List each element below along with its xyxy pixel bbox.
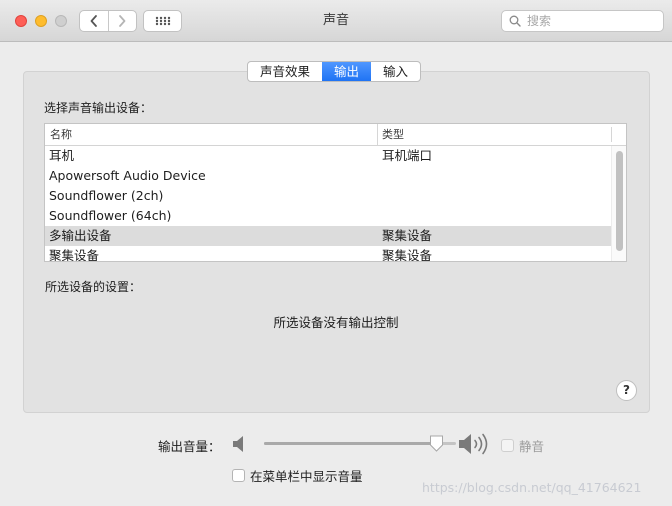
search-icon	[509, 15, 521, 27]
chevron-right-icon	[119, 15, 126, 27]
table-row[interactable]: 耳机 耳机端口	[45, 146, 611, 166]
device-type: 聚集设备	[382, 248, 433, 262]
minimize-window-button[interactable]	[35, 15, 47, 27]
search-input[interactable]	[525, 13, 659, 29]
device-name: 耳机	[49, 148, 75, 163]
show-volume-in-menubar-control[interactable]: 在菜单栏中显示音量	[232, 466, 363, 485]
device-name: Soundflower (2ch)	[49, 188, 164, 203]
table-row-selected[interactable]: 多输出设备 聚集设备	[45, 226, 611, 246]
tab-output[interactable]: 输出	[322, 62, 372, 81]
title-bar: 声音	[0, 0, 672, 42]
device-name: 聚集设备	[49, 248, 100, 262]
select-output-device-label: 选择声音输出设备：	[44, 101, 153, 115]
show-in-menubar-label: 在菜单栏中显示音量	[250, 469, 363, 484]
column-header-name[interactable]: 名称	[50, 124, 72, 145]
table-row[interactable]: Apowersoft Audio Device	[45, 166, 611, 186]
back-button[interactable]	[80, 11, 108, 31]
zoom-window-button[interactable]	[55, 15, 67, 27]
watermark-text: https://blog.csdn.net/qq_41764621	[422, 480, 642, 495]
device-name: Soundflower (64ch)	[49, 208, 172, 223]
help-button[interactable]: ?	[616, 380, 637, 401]
table-row[interactable]: 聚集设备 聚集设备	[45, 246, 611, 262]
device-settings-label: 所选设备的设置：	[45, 280, 142, 294]
device-type: 聚集设备	[382, 228, 433, 243]
search-field[interactable]	[501, 10, 664, 32]
show-all-button[interactable]	[143, 10, 182, 32]
show-in-menubar-checkbox[interactable]	[232, 469, 245, 482]
close-window-button[interactable]	[15, 15, 27, 27]
mute-label: 静音	[519, 439, 545, 454]
table-row[interactable]: Soundflower (64ch)	[45, 206, 611, 226]
mute-control[interactable]: 静音	[501, 436, 544, 455]
column-header-type[interactable]: 类型	[377, 124, 404, 145]
device-name: Apowersoft Audio Device	[49, 168, 206, 183]
grid-dots-icon	[155, 16, 170, 26]
device-name: 多输出设备	[49, 228, 112, 243]
device-rows: 耳机 耳机端口 Apowersoft Audio Device Soundflo…	[45, 146, 611, 262]
navigation-buttons	[79, 10, 137, 32]
volume-slider-fill	[264, 442, 437, 445]
tab-input[interactable]: 输入	[371, 62, 420, 81]
output-device-table: 名称 类型 耳机 耳机端口 Apowersoft Audio Device So…	[44, 123, 627, 262]
table-header: 名称 类型	[45, 124, 626, 146]
forward-button[interactable]	[107, 11, 137, 31]
scrollbar-thumb[interactable]	[616, 151, 623, 251]
volume-slider-knob[interactable]	[429, 435, 444, 452]
speaker-low-icon	[233, 436, 243, 452]
sound-preferences-window: 声音 声音效果 输出 输入 选择声音输出设备： 名称 类型 耳机 耳机端口 Ap…	[0, 0, 672, 506]
table-row[interactable]: Soundflower (2ch)	[45, 186, 611, 206]
vertical-scrollbar[interactable]	[611, 146, 626, 261]
chevron-left-icon	[90, 15, 97, 27]
output-volume-label: 输出音量：	[158, 439, 221, 454]
tab-sound-effects[interactable]: 声音效果	[248, 62, 322, 81]
column-divider	[611, 127, 612, 142]
mute-checkbox[interactable]	[501, 439, 514, 452]
volume-slider[interactable]	[264, 435, 456, 453]
speaker-high-icon	[459, 433, 488, 455]
tab-bar: 声音效果 输出 输入	[247, 61, 422, 82]
device-type: 耳机端口	[382, 148, 433, 163]
no-output-controls-message: 所选设备没有输出控制	[273, 315, 399, 330]
